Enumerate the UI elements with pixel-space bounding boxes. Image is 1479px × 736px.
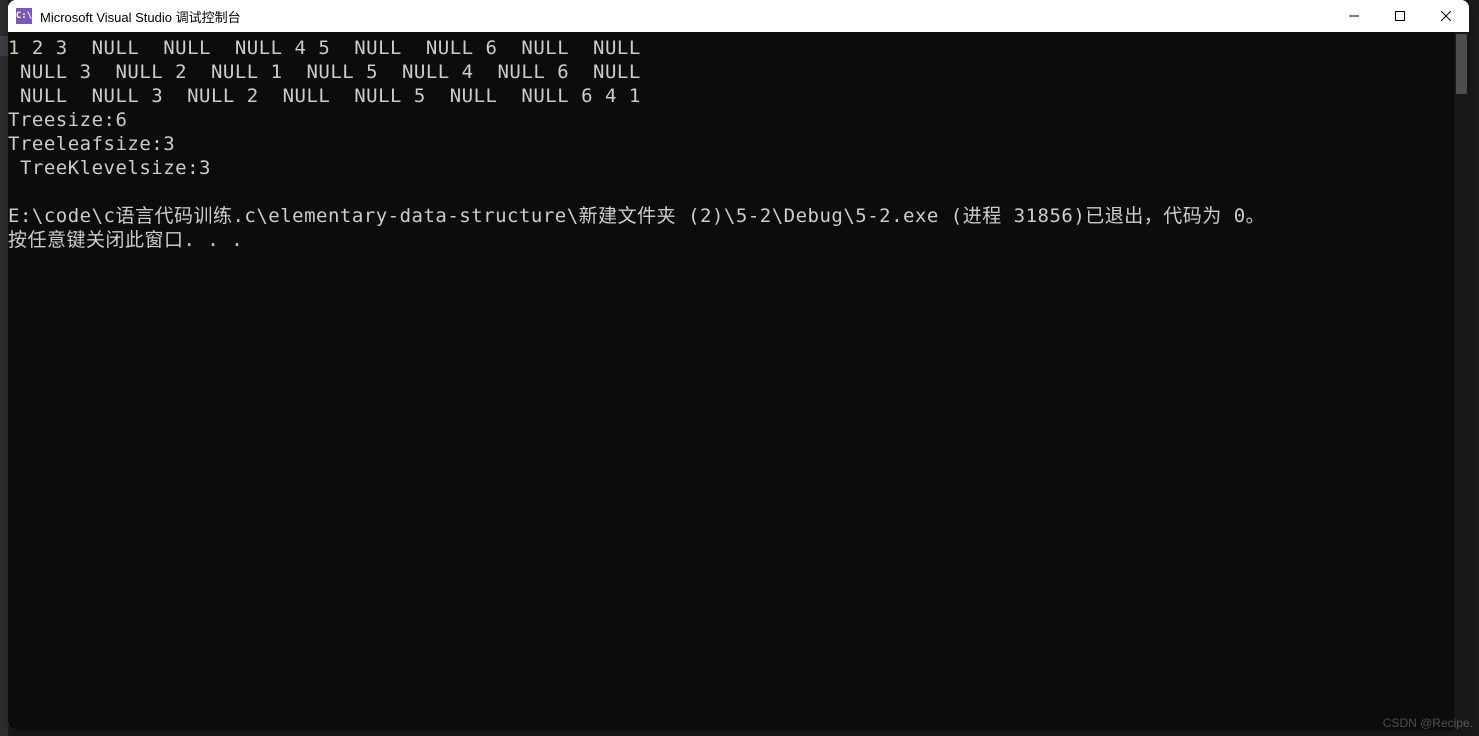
close-button[interactable] <box>1423 0 1469 32</box>
maximize-button[interactable] <box>1377 0 1423 32</box>
editor-left-edge-marker <box>0 36 8 56</box>
vertical-scrollbar[interactable] <box>1454 32 1469 730</box>
titlebar[interactable]: C:\ Microsoft Visual Studio 调试控制台 <box>8 0 1469 32</box>
app-icon: C:\ <box>16 8 32 24</box>
console-area[interactable]: 1 2 3 NULL NULL NULL 4 5 NULL NULL 6 NUL… <box>8 32 1469 730</box>
scrollbar-thumb[interactable] <box>1456 34 1467 94</box>
console-output: 1 2 3 NULL NULL NULL 4 5 NULL NULL 6 NUL… <box>8 32 1469 252</box>
maximize-icon <box>1395 11 1405 21</box>
minimize-button[interactable] <box>1331 0 1377 32</box>
editor-left-edge <box>0 0 8 736</box>
window-controls <box>1331 0 1469 32</box>
close-icon <box>1441 11 1451 21</box>
console-window: C:\ Microsoft Visual Studio 调试控制台 1 2 3 … <box>8 0 1469 730</box>
minimize-icon <box>1349 11 1359 21</box>
window-title: Microsoft Visual Studio 调试控制台 <box>40 7 1331 26</box>
watermark: CSDN @Recipe. <box>1383 716 1473 730</box>
